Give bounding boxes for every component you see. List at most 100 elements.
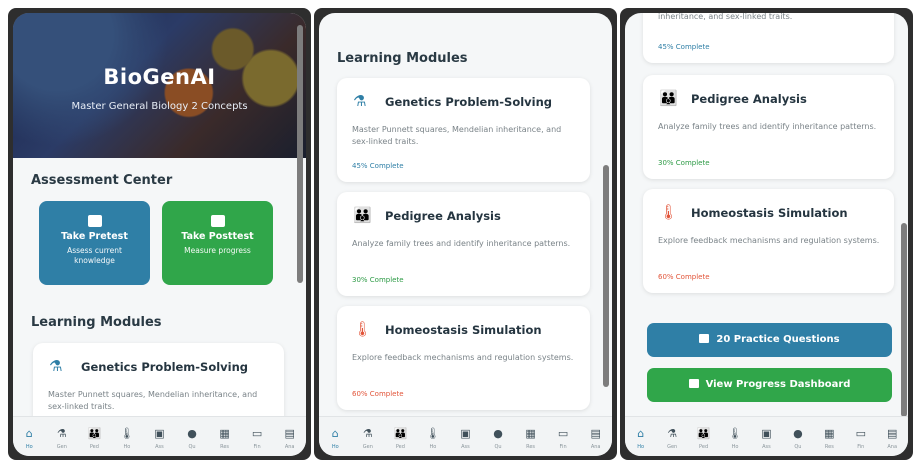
nav-item-analytics[interactable]: ▤ Ana (879, 427, 905, 450)
module-progress: 30% Complete (352, 276, 404, 284)
progress-dashboard-label: View Progress Dashboard (705, 379, 851, 390)
module-card-genetics[interactable]: ⚗ Genetics Problem-Solving Master Punnet… (337, 78, 590, 182)
module-progress: 60% Complete (658, 273, 710, 281)
chart-icon: ▤ (590, 427, 601, 440)
nav-item-pedigree[interactable]: 👪 Ped (81, 427, 107, 450)
learning-modules-title: Learning Modules (31, 315, 162, 330)
nav-item-genetics[interactable]: ⚗ Gen (659, 427, 685, 450)
nav-item-pedigree[interactable]: 👪 Ped (691, 427, 717, 450)
grid-icon: ▦ (525, 427, 536, 440)
dashboard-icon (688, 379, 699, 388)
progress-dashboard-button[interactable]: View Progress Dashboard (647, 368, 892, 402)
nav-item-assessment[interactable]: ▣ Ass (452, 427, 478, 450)
book-icon: ▣ (761, 427, 772, 440)
module-desc: inheritance, and sex-linked traits. (658, 13, 793, 21)
nav-item-analytics[interactable]: ▤ Ana (583, 427, 609, 450)
app-title: BioGenAI (103, 65, 216, 89)
module-card-pedigree[interactable]: 👪 Pedigree Analysis Analyze family trees… (337, 192, 590, 296)
home-icon: ⌂ (25, 427, 33, 440)
thermometer-icon: 🌡 (728, 427, 743, 440)
phone-frame-2: Learning Modules ⚗ Genetics Problem-Solv… (314, 8, 617, 460)
posttest-label: Take Posttest (181, 231, 254, 242)
module-progress: 45% Complete (352, 162, 404, 170)
module-desc: Explore feedback mechanisms and regulati… (658, 236, 880, 245)
microscope-icon: ⚗ (56, 427, 67, 440)
module-title: Pedigree Analysis (385, 209, 501, 223)
nav-item-home[interactable]: ⌂ Ho (322, 427, 348, 450)
family-icon: 👪 (353, 206, 372, 224)
nav-item-home[interactable]: ⌂ Ho (16, 427, 42, 450)
microscope-icon: ⚗ (353, 92, 367, 110)
nav-item-assessment[interactable]: ▣ Ass (753, 427, 779, 450)
thermometer-icon: 🌡 (119, 427, 134, 440)
nav-item-assessment[interactable]: ▣ Ass (146, 427, 172, 450)
help-icon: ● (493, 427, 503, 440)
nav-item-fin[interactable]: ▭ Fin (550, 427, 576, 450)
nav-item-genetics[interactable]: ⚗ Gen (355, 427, 381, 450)
module-title: Genetics Problem-Solving (81, 360, 249, 374)
help-icon: ● (793, 427, 803, 440)
take-posttest-button[interactable]: Take Posttest Measure progress (162, 201, 273, 285)
monitor-icon: ▭ (855, 427, 866, 440)
module-card-pedigree[interactable]: 👪 Pedigree Analysis Analyze family trees… (643, 75, 894, 179)
scrollbar-thumb[interactable] (603, 165, 609, 387)
nav-item-quiz[interactable]: ● Qu (785, 427, 811, 450)
nav-item-resources[interactable]: ▦ Res (212, 427, 238, 450)
microscope-icon: ⚗ (49, 357, 63, 375)
grid-icon: ▦ (219, 427, 230, 440)
book-icon: ▣ (460, 427, 471, 440)
module-progress: 45% Complete (658, 43, 710, 51)
microscope-icon: ⚗ (667, 427, 678, 440)
nav-item-pedigree[interactable]: 👪 Ped (387, 427, 413, 450)
module-title: Homeostasis Simulation (691, 206, 848, 220)
help-icon: ● (187, 427, 197, 440)
family-icon: 👪 (696, 427, 711, 440)
hero-banner: BioGenAI Master General Biology 2 Concep… (13, 13, 306, 158)
nav-item-homeostasis[interactable]: 🌡 Ho (114, 427, 140, 450)
book-icon (87, 215, 102, 227)
phone-frame-3: inheritance, and sex-linked traits. 45% … (620, 8, 913, 460)
home-icon: ⌂ (331, 427, 339, 440)
nav-item-homeostasis[interactable]: 🌡 Ho (420, 427, 446, 450)
nav-item-fin[interactable]: ▭ Fin (848, 427, 874, 450)
scrollbar-thumb[interactable] (297, 25, 303, 283)
nav-item-homeostasis[interactable]: 🌡 Ho (722, 427, 748, 450)
take-pretest-button[interactable]: Take Pretest Assess current knowledge (39, 201, 150, 285)
module-title: Homeostasis Simulation (385, 323, 542, 337)
nav-item-resources[interactable]: ▦ Res (518, 427, 544, 450)
module-card-genetics-partial[interactable]: inheritance, and sex-linked traits. 45% … (643, 13, 894, 63)
module-desc: Analyze family trees and identify inheri… (658, 122, 877, 131)
nav-item-home[interactable]: ⌂ Ho (628, 427, 654, 450)
clipboard-check-icon (210, 215, 225, 227)
screen-home-top: BioGenAI Master General Biology 2 Concep… (13, 13, 306, 456)
app-subtitle: Master General Biology 2 Concepts (71, 101, 248, 112)
assessment-center-title: Assessment Center (31, 173, 173, 188)
thermometer-icon: 🌡 (353, 320, 373, 338)
module-card-homeostasis[interactable]: 🌡 Homeostasis Simulation Explore feedbac… (337, 306, 590, 410)
scrollbar-thumb[interactable] (901, 223, 907, 417)
bottom-nav: ⌂ Ho ⚗ Gen 👪 Ped 🌡 Ho ▣ Ass ● Qu ▦ Res ▭ Fin ▤ An… (13, 416, 306, 456)
nav-item-resources[interactable]: ▦ Res (816, 427, 842, 450)
module-title: Pedigree Analysis (691, 92, 807, 106)
screen-actions: inheritance, and sex-linked traits. 45% … (625, 13, 908, 456)
module-card-homeostasis[interactable]: 🌡 Homeostasis Simulation Explore feedbac… (643, 189, 894, 293)
nav-item-genetics[interactable]: ⚗ Gen (49, 427, 75, 450)
family-icon: 👪 (87, 427, 102, 440)
bottom-nav: ⌂ Ho ⚗ Gen 👪 Ped 🌡 Ho ▣ Ass ● Qu ▦ Res ▭ Fin ▤ An… (319, 416, 612, 456)
monitor-icon: ▭ (251, 427, 263, 440)
practice-questions-button[interactable]: 20 Practice Questions (647, 323, 892, 357)
module-title: Genetics Problem-Solving (385, 95, 553, 109)
book-icon: ▣ (154, 427, 165, 440)
chart-icon: ▤ (887, 427, 898, 440)
book-icon (699, 334, 710, 343)
microscope-icon: ⚗ (362, 427, 373, 440)
family-icon: 👪 (659, 89, 678, 107)
nav-item-analytics[interactable]: ▤ Ana (277, 427, 303, 450)
home-icon: ⌂ (637, 427, 645, 440)
thermometer-icon: 🌡 (659, 203, 679, 221)
thermometer-icon: 🌡 (425, 427, 440, 440)
nav-item-quiz[interactable]: ● Qu (485, 427, 511, 450)
nav-item-fin[interactable]: ▭ Fin (244, 427, 270, 450)
module-desc: Master Punnett squares, Mendelian inheri… (48, 390, 258, 411)
nav-item-quiz[interactable]: ● Qu (179, 427, 205, 450)
